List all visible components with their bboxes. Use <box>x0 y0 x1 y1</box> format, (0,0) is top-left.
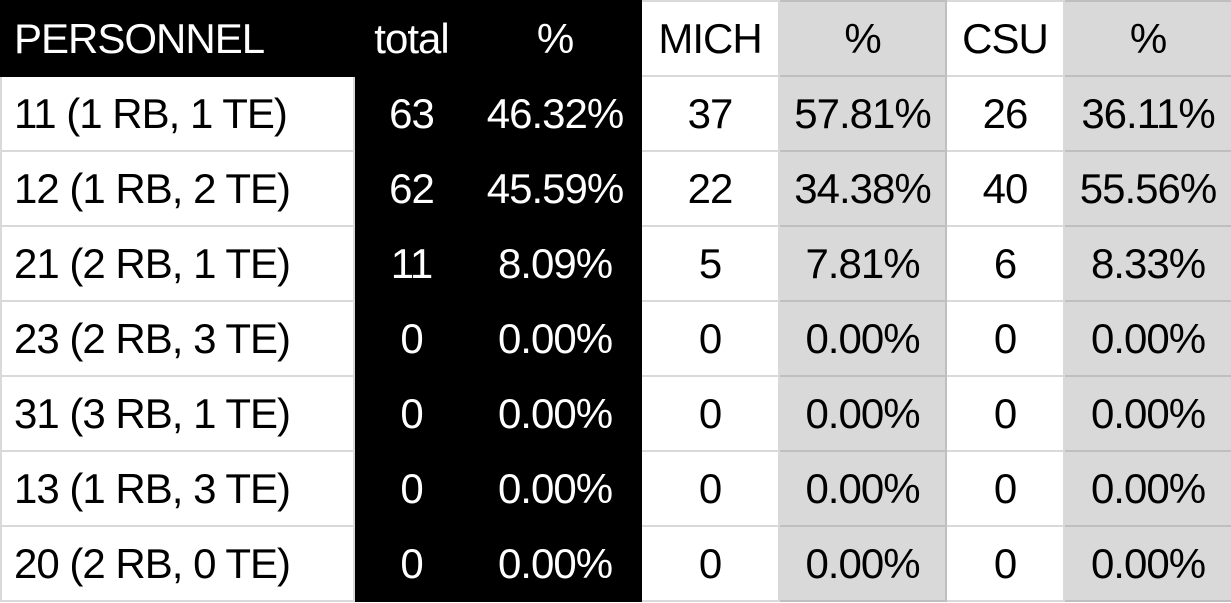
cell-mich-pct: 0.00% <box>778 450 947 527</box>
cell-mich-pct: 0.00% <box>778 525 947 602</box>
cell-mich-pct: 0.00% <box>778 300 947 377</box>
cell-total-pct: 0.00% <box>468 300 642 377</box>
cell-total: 0 <box>353 375 470 452</box>
cell-mich-pct: 7.81% <box>778 225 947 302</box>
cell-total: 63 <box>353 75 470 152</box>
cell-mich: 0 <box>640 525 780 602</box>
cell-csu: 40 <box>945 150 1065 227</box>
cell-total: 0 <box>353 300 470 377</box>
cell-personnel: 13 (1 RB, 3 TE) <box>0 450 355 527</box>
cell-mich: 5 <box>640 225 780 302</box>
table-row: 12 (1 RB, 2 TE) 62 45.59% 22 34.38% 40 55.56% <box>0 150 1231 227</box>
cell-mich-pct: 57.81% <box>778 75 947 152</box>
header-mich: MICH <box>640 0 780 77</box>
cell-total: 0 <box>353 525 470 602</box>
cell-total-pct: 46.32% <box>468 75 642 152</box>
cell-mich-pct: 34.38% <box>778 150 947 227</box>
cell-csu-pct: 0.00% <box>1063 525 1231 602</box>
cell-total-pct: 45.59% <box>468 150 642 227</box>
cell-personnel: 12 (1 RB, 2 TE) <box>0 150 355 227</box>
table-row: 11 (1 RB, 1 TE) 63 46.32% 37 57.81% 26 36.11% <box>0 75 1231 152</box>
cell-mich: 0 <box>640 450 780 527</box>
cell-personnel: 20 (2 RB, 0 TE) <box>0 525 355 602</box>
cell-csu: 0 <box>945 450 1065 527</box>
cell-csu-pct: 36.11% <box>1063 75 1231 152</box>
table-row: 23 (2 RB, 3 TE) 0 0.00% 0 0.00% 0 0.00% <box>0 300 1231 377</box>
header-mich-pct: % <box>778 0 947 77</box>
cell-mich: 0 <box>640 300 780 377</box>
header-csu-pct: % <box>1063 0 1231 77</box>
cell-total: 0 <box>353 450 470 527</box>
cell-total-pct: 0.00% <box>468 375 642 452</box>
cell-mich-pct: 0.00% <box>778 375 947 452</box>
table-row: 20 (2 RB, 0 TE) 0 0.00% 0 0.00% 0 0.00% <box>0 525 1231 602</box>
cell-total: 11 <box>353 225 470 302</box>
cell-csu-pct: 0.00% <box>1063 375 1231 452</box>
table-row: 21 (2 RB, 1 TE) 11 8.09% 5 7.81% 6 8.33% <box>0 225 1231 302</box>
cell-csu-pct: 55.56% <box>1063 150 1231 227</box>
cell-csu: 6 <box>945 225 1065 302</box>
header-csu: CSU <box>945 0 1065 77</box>
header-total: total <box>353 0 470 77</box>
cell-total-pct: 0.00% <box>468 450 642 527</box>
cell-total-pct: 0.00% <box>468 525 642 602</box>
cell-mich: 22 <box>640 150 780 227</box>
cell-csu-pct: 0.00% <box>1063 450 1231 527</box>
header-row: PERSONNEL total% MICH% CSU% <box>0 0 1231 77</box>
cell-csu: 0 <box>945 375 1065 452</box>
header-personnel: PERSONNEL <box>0 0 355 77</box>
cell-mich: 0 <box>640 375 780 452</box>
cell-personnel: 31 (3 RB, 1 TE) <box>0 375 355 452</box>
table-row: 31 (3 RB, 1 TE) 0 0.00% 0 0.00% 0 0.00% <box>0 375 1231 452</box>
cell-csu-pct: 0.00% <box>1063 300 1231 377</box>
cell-personnel: 23 (2 RB, 3 TE) <box>0 300 355 377</box>
cell-mich: 37 <box>640 75 780 152</box>
cell-csu-pct: 8.33% <box>1063 225 1231 302</box>
cell-personnel: 21 (2 RB, 1 TE) <box>0 225 355 302</box>
cell-total: 62 <box>353 150 470 227</box>
personnel-table: PERSONNEL total% MICH% CSU% 11 (1 RB, 1 TE) 6… <box>0 0 1231 602</box>
cell-personnel: 11 (1 RB, 1 TE) <box>0 75 355 152</box>
table-row: 13 (1 RB, 3 TE) 0 0.00% 0 0.00% 0 0.00% <box>0 450 1231 527</box>
cell-csu: 0 <box>945 300 1065 377</box>
cell-csu: 26 <box>945 75 1065 152</box>
header-total-pct: % <box>468 0 642 77</box>
cell-total-pct: 8.09% <box>468 225 642 302</box>
cell-csu: 0 <box>945 525 1065 602</box>
